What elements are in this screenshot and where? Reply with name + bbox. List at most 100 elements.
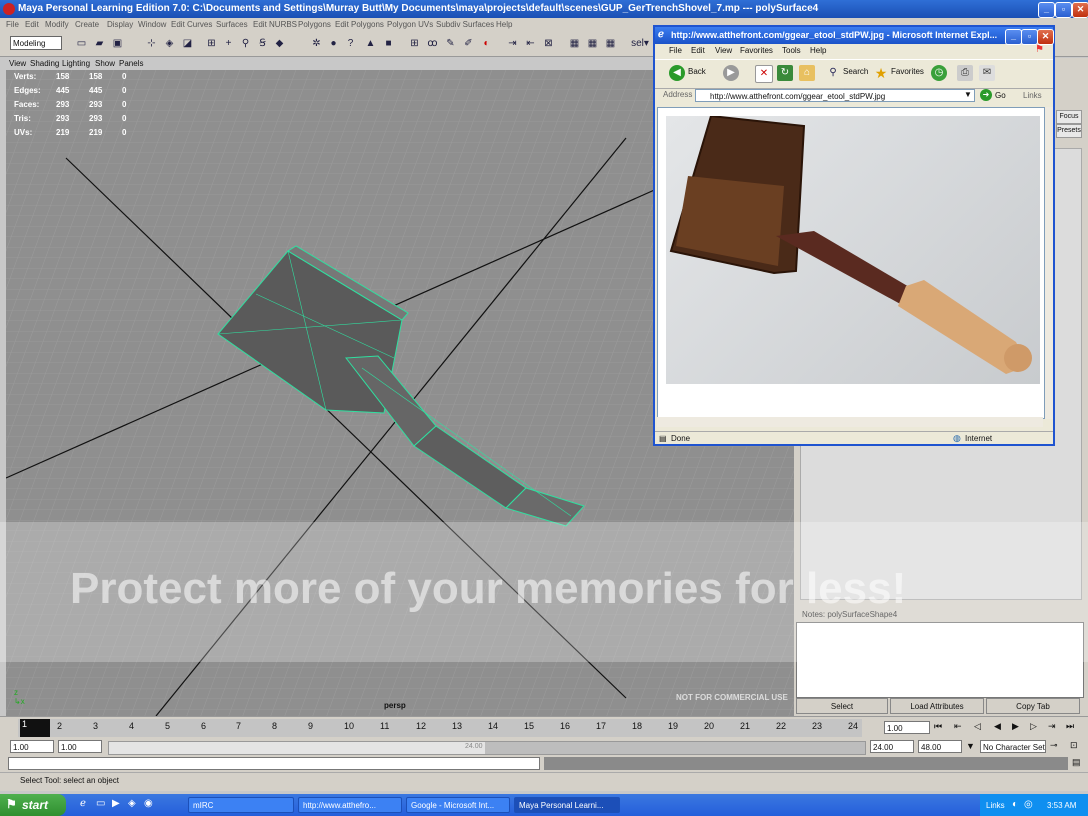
current-frame-field[interactable]: 1.00 — [884, 721, 930, 734]
anim-prefs-icon[interactable]: ⊡ — [1070, 740, 1078, 751]
task-ie-image[interactable]: http://www.atthefro... — [298, 797, 402, 813]
menu-file[interactable]: File — [6, 20, 19, 29]
quicklaunch-media-icon[interactable]: ▶ — [112, 798, 120, 809]
ipr-render-icon[interactable]: ▦ — [604, 37, 617, 50]
menu-edit-nurbs[interactable]: Edit NURBS — [253, 20, 297, 29]
print-icon[interactable]: ⎙ — [957, 65, 973, 81]
tray-network-icon[interactable]: ◎ — [1024, 799, 1033, 810]
task-mirc[interactable]: mIRC — [188, 797, 294, 813]
panel-menu-view[interactable]: View — [9, 59, 26, 68]
render-frame-icon[interactable]: ▦ — [586, 37, 599, 50]
start-time-field[interactable]: 1.00 — [10, 740, 54, 753]
favorites-star-icon[interactable]: ★ — [873, 65, 889, 81]
play-backward-icon[interactable]: ◀ — [994, 721, 1001, 732]
address-dropdown-icon[interactable]: ▼ — [964, 90, 972, 99]
time-slider[interactable]: 1 2 3 4 5 6 7 8 9 10 11 12 13 14 15 16 1… — [0, 716, 1088, 739]
panel-menu-lighting[interactable]: Lighting — [62, 59, 90, 68]
menu-edit[interactable]: Edit — [25, 20, 39, 29]
playback-start-field[interactable]: 1.00 — [58, 740, 102, 753]
tray-links[interactable]: Links — [986, 801, 1005, 810]
script-editor-icon[interactable]: ▤ — [1072, 757, 1081, 768]
menu-polygon-uvs[interactable]: Polygon UVs — [387, 20, 433, 29]
menu-edit-curves[interactable]: Edit Curves — [171, 20, 212, 29]
menu-display[interactable]: Display — [107, 20, 133, 29]
new-scene-icon[interactable]: ▭ — [75, 37, 88, 50]
presets-button[interactable]: Presets — [1056, 124, 1082, 138]
ie-maximize-icon[interactable]: ▫ — [1021, 29, 1038, 45]
range-slider-track[interactable]: 24.00 — [108, 741, 866, 755]
links-label[interactable]: Links — [1023, 91, 1042, 100]
menu-modify[interactable]: Modify — [45, 20, 69, 29]
brush-icon[interactable]: ✎ — [444, 37, 457, 50]
ie-window[interactable]: ℯ http://www.atthefront.com/ggear_etool_… — [653, 25, 1055, 446]
auto-key-icon[interactable]: ⊸ — [1050, 740, 1058, 751]
ie-vertical-scrollbar[interactable] — [1045, 107, 1053, 419]
help-icon[interactable]: ? — [344, 37, 357, 50]
x-ray-icon[interactable]: ⊠ — [542, 37, 555, 50]
step-back-key-icon[interactable]: ⇤ — [954, 721, 962, 732]
back-button[interactable]: Back — [688, 67, 706, 76]
ie-content-area[interactable] — [657, 107, 1045, 419]
ie-menu-favorites[interactable]: Favorites — [740, 46, 773, 55]
quicklaunch-ie-icon[interactable]: ℯ — [80, 798, 86, 809]
snap-grid-icon[interactable]: ⊞ — [205, 37, 218, 50]
step-back-frame-icon[interactable]: ◁ — [974, 721, 981, 732]
ie-menu-view[interactable]: View — [715, 46, 732, 55]
load-attributes-button[interactable]: Load Attributes — [890, 698, 984, 714]
step-forward-key-icon[interactable]: ⇥ — [1048, 721, 1056, 732]
input-line-icon[interactable]: ⇥ — [506, 37, 519, 50]
start-button[interactable]: ⚑ start — [0, 794, 66, 816]
menu-help[interactable]: Help — [496, 20, 512, 29]
time-slider-track[interactable] — [18, 719, 862, 737]
home-icon[interactable]: ⌂ — [799, 65, 815, 81]
ie-menu-file[interactable]: File — [669, 46, 682, 55]
go-arrow-icon[interactable]: ➜ — [980, 89, 992, 101]
go-to-end-icon[interactable]: ⏭ — [1066, 721, 1074, 732]
character-set-dropdown-icon[interactable]: ▼ — [966, 741, 975, 751]
menu-edit-polygons[interactable]: Edit Polygons — [335, 20, 384, 29]
menu-create[interactable]: Create — [75, 20, 99, 29]
range-slider-bar[interactable] — [109, 742, 485, 754]
back-arrow-icon[interactable]: ◀ — [669, 65, 685, 81]
minimize-icon[interactable]: _ — [1038, 2, 1055, 18]
output-icon[interactable]: ⇤ — [524, 37, 537, 50]
history-icon[interactable]: ◷ — [931, 65, 947, 81]
snap-curve-icon[interactable]: + — [222, 37, 235, 50]
copy-tab-button[interactable]: Copy Tab — [986, 698, 1080, 714]
task-maya[interactable]: Maya Personal Learni... — [514, 797, 620, 813]
ie-menu-edit[interactable]: Edit — [691, 46, 705, 55]
snap-view-icon[interactable]: Ꞩ — [256, 37, 269, 50]
ie-menu-tools[interactable]: Tools — [782, 46, 801, 55]
menu-subdiv-surfaces[interactable]: Subdiv Surfaces — [436, 20, 494, 29]
construction-history-icon[interactable]: ✲ — [310, 37, 323, 50]
panel-menu-panels[interactable]: Panels — [119, 59, 143, 68]
menu-polygons[interactable]: Polygons — [298, 20, 331, 29]
range-slider[interactable]: 1.00 1.00 24.00 24.00 48.00 ▼ No Charact… — [0, 738, 1088, 756]
play-forward-icon[interactable]: ▶ — [1012, 721, 1019, 732]
address-input[interactable]: http://www.atthefront.com/ggear_etool_st… — [695, 89, 975, 102]
select-component-icon[interactable]: ◪ — [181, 37, 194, 50]
mel-command-input[interactable] — [8, 757, 540, 770]
save-scene-icon[interactable]: ▣ — [111, 37, 124, 50]
ie-menu-help[interactable]: Help — [810, 46, 826, 55]
camera-icon[interactable]: ■ — [382, 37, 395, 50]
task-google[interactable]: Google - Microsoft Int... — [406, 797, 510, 813]
select-hierarchy-icon[interactable]: ⊹ — [145, 37, 158, 50]
quicklaunch-app-icon[interactable]: ◈ — [128, 798, 136, 809]
quicklaunch-desktop-icon[interactable]: ▭ — [96, 798, 105, 809]
lock-icon[interactable]: ▲ — [364, 37, 377, 50]
focus-button[interactable]: Focus — [1056, 110, 1082, 124]
current-frame-marker[interactable]: 1 — [20, 719, 50, 737]
snap-point-icon[interactable]: ⚲ — [239, 37, 252, 50]
render-icon[interactable]: ● — [327, 37, 340, 50]
character-set-field[interactable]: No Character Set — [980, 740, 1046, 753]
live-surface-icon[interactable]: ◆ — [273, 37, 286, 50]
magnet-icon[interactable]: ◐ — [480, 37, 493, 50]
stop-icon[interactable]: ✕ — [755, 65, 773, 83]
panel-menu-shading[interactable]: Shading — [30, 59, 59, 68]
panel-menu-show[interactable]: Show — [95, 59, 115, 68]
menu-surfaces[interactable]: Surfaces — [216, 20, 248, 29]
close-icon[interactable]: ✕ — [1072, 2, 1088, 18]
quicklaunch-app2-icon[interactable]: ◉ — [144, 798, 153, 809]
ie-minimize-icon[interactable]: _ — [1005, 29, 1022, 45]
